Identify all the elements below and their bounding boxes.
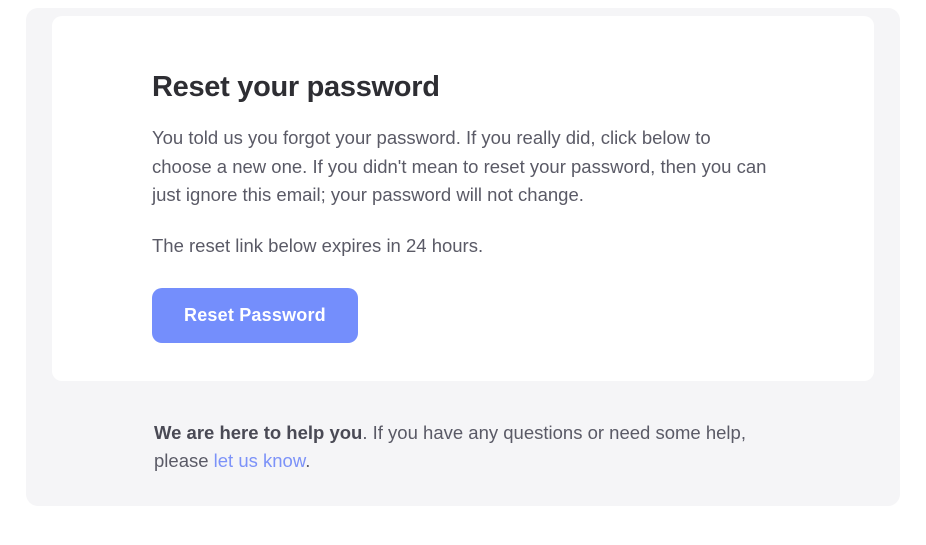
reset-password-button[interactable]: Reset Password	[152, 288, 358, 343]
contact-link[interactable]: let us know	[214, 450, 306, 471]
footer-strong-text: We are here to help you	[154, 422, 362, 443]
content-card: Reset your password You told us you forg…	[52, 16, 874, 381]
footer-section: We are here to help you. If you have any…	[26, 381, 900, 476]
intro-paragraph: You told us you forgot your password. If…	[152, 124, 774, 210]
page-title: Reset your password	[152, 71, 774, 104]
expire-notice: The reset link below expires in 24 hours…	[152, 232, 774, 260]
footer-text: We are here to help you. If you have any…	[154, 419, 772, 476]
email-container: Reset your password You told us you forg…	[26, 8, 900, 506]
footer-text-after: .	[305, 450, 310, 471]
